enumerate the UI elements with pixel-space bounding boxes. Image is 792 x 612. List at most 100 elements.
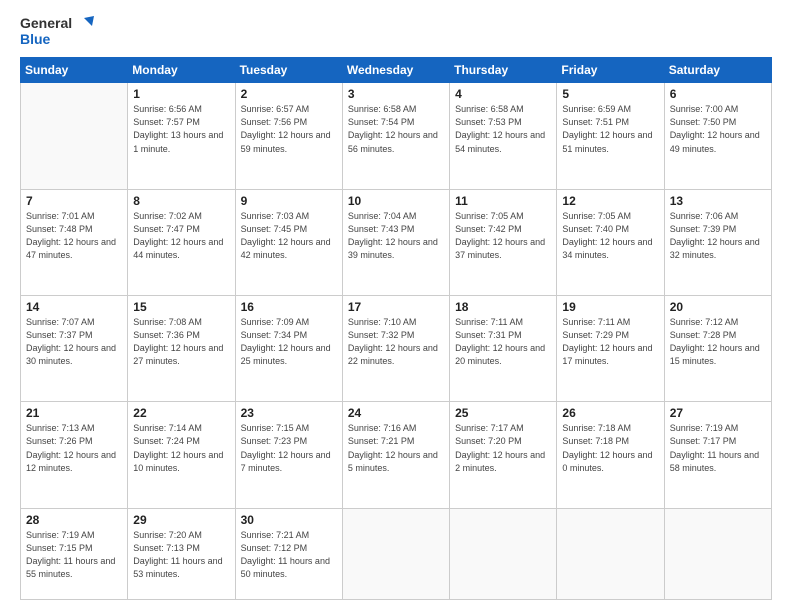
day-number: 16	[241, 300, 337, 314]
day-info: Sunrise: 6:59 AMSunset: 7:51 PMDaylight:…	[562, 103, 658, 155]
calendar-cell: 3 Sunrise: 6:58 AMSunset: 7:54 PMDaylight…	[342, 83, 449, 189]
day-info: Sunrise: 7:00 AMSunset: 7:50 PMDaylight:…	[670, 103, 766, 155]
day-number: 21	[26, 406, 122, 420]
calendar-cell: 26 Sunrise: 7:18 AMSunset: 7:18 PMDayligh…	[557, 402, 664, 508]
day-info: Sunrise: 7:18 AMSunset: 7:18 PMDaylight:…	[562, 422, 658, 474]
calendar-cell: 28 Sunrise: 7:19 AMSunset: 7:15 PMDayligh…	[21, 508, 128, 599]
calendar-cell: 10 Sunrise: 7:04 AMSunset: 7:43 PMDayligh…	[342, 189, 449, 295]
day-info: Sunrise: 7:12 AMSunset: 7:28 PMDaylight:…	[670, 316, 766, 368]
day-info: Sunrise: 7:06 AMSunset: 7:39 PMDaylight:…	[670, 210, 766, 262]
calendar-cell: 24 Sunrise: 7:16 AMSunset: 7:21 PMDayligh…	[342, 402, 449, 508]
weekday-header-tuesday: Tuesday	[235, 58, 342, 83]
calendar-cell: 17Sunrise: 7:10 AMSunset: 7:32 PMDayligh…	[342, 296, 449, 402]
day-info: Sunrise: 7:14 AMSunset: 7:24 PMDaylight:…	[133, 422, 229, 474]
day-number: 22	[133, 406, 229, 420]
calendar-cell: 16 Sunrise: 7:09 AMSunset: 7:34 PMDayligh…	[235, 296, 342, 402]
weekday-header-monday: Monday	[128, 58, 235, 83]
day-number: 13	[670, 194, 766, 208]
calendar-cell: 25Sunrise: 7:17 AMSunset: 7:20 PMDayligh…	[450, 402, 557, 508]
logo: General Blue	[20, 16, 94, 47]
day-info: Sunrise: 7:04 AMSunset: 7:43 PMDaylight:…	[348, 210, 444, 262]
day-number: 7	[26, 194, 122, 208]
day-info: Sunrise: 6:56 AMSunset: 7:57 PMDaylight:…	[133, 103, 229, 155]
weekday-header-row: SundayMondayTuesdayWednesdayThursdayFrid…	[21, 58, 772, 83]
day-number: 11	[455, 194, 551, 208]
day-number: 29	[133, 513, 229, 527]
day-info: Sunrise: 7:16 AMSunset: 7:21 PMDaylight:…	[348, 422, 444, 474]
day-number: 30	[241, 513, 337, 527]
day-info: Sunrise: 6:57 AMSunset: 7:56 PMDaylight:…	[241, 103, 337, 155]
day-number: 28	[26, 513, 122, 527]
weekday-header-sunday: Sunday	[21, 58, 128, 83]
calendar-cell: 4 Sunrise: 6:58 AMSunset: 7:53 PMDaylight…	[450, 83, 557, 189]
calendar-cell: 1Sunrise: 6:56 AMSunset: 7:57 PMDaylight…	[128, 83, 235, 189]
calendar-cell: 30 Sunrise: 7:21 AMSunset: 7:12 PMDayligh…	[235, 508, 342, 599]
calendar-cell: 18 Sunrise: 7:11 AMSunset: 7:31 PMDayligh…	[450, 296, 557, 402]
calendar-week-row: 21Sunrise: 7:13 AMSunset: 7:26 PMDayligh…	[21, 402, 772, 508]
day-number: 24	[348, 406, 444, 420]
day-number: 19	[562, 300, 658, 314]
day-number: 20	[670, 300, 766, 314]
day-info: Sunrise: 7:10 AMSunset: 7:32 PMDaylight:…	[348, 316, 444, 368]
day-info: Sunrise: 7:11 AMSunset: 7:29 PMDaylight:…	[562, 316, 658, 368]
calendar-cell: 7 Sunrise: 7:01 AMSunset: 7:48 PMDaylight…	[21, 189, 128, 295]
calendar-cell: 23Sunrise: 7:15 AMSunset: 7:23 PMDayligh…	[235, 402, 342, 508]
day-info: Sunrise: 7:05 AMSunset: 7:42 PMDaylight:…	[455, 210, 551, 262]
day-number: 10	[348, 194, 444, 208]
calendar-table: SundayMondayTuesdayWednesdayThursdayFrid…	[20, 57, 772, 600]
calendar-cell	[342, 508, 449, 599]
day-info: Sunrise: 6:58 AMSunset: 7:53 PMDaylight:…	[455, 103, 551, 155]
day-info: Sunrise: 7:02 AMSunset: 7:47 PMDaylight:…	[133, 210, 229, 262]
day-info: Sunrise: 6:58 AMSunset: 7:54 PMDaylight:…	[348, 103, 444, 155]
calendar-cell: 27Sunrise: 7:19 AMSunset: 7:17 PMDayligh…	[664, 402, 771, 508]
day-number: 14	[26, 300, 122, 314]
calendar-cell: 9 Sunrise: 7:03 AMSunset: 7:45 PMDaylight…	[235, 189, 342, 295]
calendar-cell: 11 Sunrise: 7:05 AMSunset: 7:42 PMDayligh…	[450, 189, 557, 295]
day-info: Sunrise: 7:19 AMSunset: 7:17 PMDaylight:…	[670, 422, 766, 474]
calendar-cell: 13 Sunrise: 7:06 AMSunset: 7:39 PMDayligh…	[664, 189, 771, 295]
day-info: Sunrise: 7:11 AMSunset: 7:31 PMDaylight:…	[455, 316, 551, 368]
calendar-cell	[664, 508, 771, 599]
day-info: Sunrise: 7:19 AMSunset: 7:15 PMDaylight:…	[26, 529, 122, 581]
calendar-cell: 2 Sunrise: 6:57 AMSunset: 7:56 PMDaylight…	[235, 83, 342, 189]
day-number: 23	[241, 406, 337, 420]
weekday-header-saturday: Saturday	[664, 58, 771, 83]
calendar-cell: 14 Sunrise: 7:07 AMSunset: 7:37 PMDayligh…	[21, 296, 128, 402]
calendar-cell: 20 Sunrise: 7:12 AMSunset: 7:28 PMDayligh…	[664, 296, 771, 402]
day-number: 12	[562, 194, 658, 208]
logo-bird-icon	[74, 16, 94, 32]
weekday-header-thursday: Thursday	[450, 58, 557, 83]
day-info: Sunrise: 7:08 AMSunset: 7:36 PMDaylight:…	[133, 316, 229, 368]
day-info: Sunrise: 7:09 AMSunset: 7:34 PMDaylight:…	[241, 316, 337, 368]
calendar-cell: 6 Sunrise: 7:00 AMSunset: 7:50 PMDaylight…	[664, 83, 771, 189]
calendar-cell: 19 Sunrise: 7:11 AMSunset: 7:29 PMDayligh…	[557, 296, 664, 402]
day-number: 3	[348, 87, 444, 101]
calendar-week-row: 7 Sunrise: 7:01 AMSunset: 7:48 PMDaylight…	[21, 189, 772, 295]
calendar-cell: 22 Sunrise: 7:14 AMSunset: 7:24 PMDayligh…	[128, 402, 235, 508]
day-info: Sunrise: 7:21 AMSunset: 7:12 PMDaylight:…	[241, 529, 337, 581]
weekday-header-wednesday: Wednesday	[342, 58, 449, 83]
calendar-cell: 21Sunrise: 7:13 AMSunset: 7:26 PMDayligh…	[21, 402, 128, 508]
day-number: 6	[670, 87, 766, 101]
day-number: 4	[455, 87, 551, 101]
calendar-week-row: 28 Sunrise: 7:19 AMSunset: 7:15 PMDayligh…	[21, 508, 772, 599]
day-info: Sunrise: 7:03 AMSunset: 7:45 PMDaylight:…	[241, 210, 337, 262]
day-number: 2	[241, 87, 337, 101]
calendar-week-row: 1Sunrise: 6:56 AMSunset: 7:57 PMDaylight…	[21, 83, 772, 189]
calendar-cell: 29Sunrise: 7:20 AMSunset: 7:13 PMDayligh…	[128, 508, 235, 599]
day-number: 26	[562, 406, 658, 420]
day-number: 9	[241, 194, 337, 208]
calendar-cell: 15Sunrise: 7:08 AMSunset: 7:36 PMDayligh…	[128, 296, 235, 402]
day-info: Sunrise: 7:07 AMSunset: 7:37 PMDaylight:…	[26, 316, 122, 368]
day-number: 25	[455, 406, 551, 420]
day-number: 18	[455, 300, 551, 314]
header: General Blue	[20, 16, 772, 47]
logo-general: General	[20, 16, 72, 31]
calendar-cell: 8 Sunrise: 7:02 AMSunset: 7:47 PMDaylight…	[128, 189, 235, 295]
day-number: 5	[562, 87, 658, 101]
weekday-header-friday: Friday	[557, 58, 664, 83]
day-number: 8	[133, 194, 229, 208]
calendar-cell	[21, 83, 128, 189]
calendar-cell	[450, 508, 557, 599]
day-info: Sunrise: 7:01 AMSunset: 7:48 PMDaylight:…	[26, 210, 122, 262]
